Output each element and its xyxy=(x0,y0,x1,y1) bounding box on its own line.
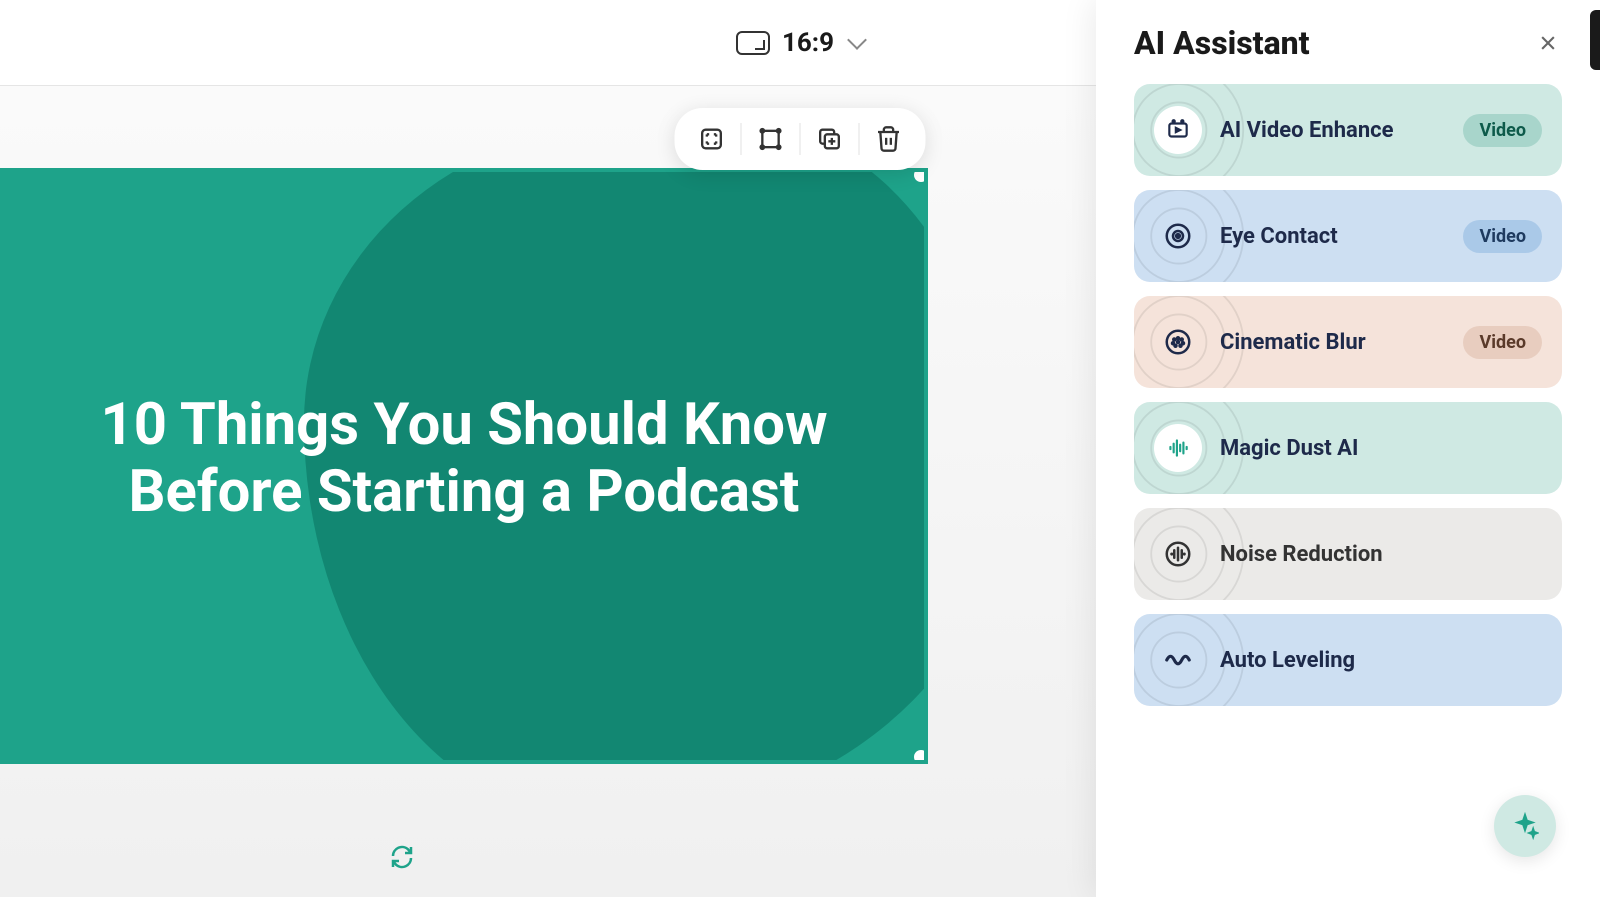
ai-card-badge: Video xyxy=(1463,114,1542,147)
aspect-ratio-icon xyxy=(736,31,770,55)
crop-button[interactable] xyxy=(750,118,792,160)
divider xyxy=(859,123,860,155)
refresh-button[interactable] xyxy=(390,845,414,869)
ai-card-badge: Video xyxy=(1463,326,1542,359)
ai-card-label: Magic Dust AI xyxy=(1220,436,1542,461)
divider xyxy=(800,123,801,155)
ai-assistant-panel: AI Assistant AI Video Enhance Video xyxy=(1096,0,1600,897)
aspect-ratio-selector[interactable]: 16:9 xyxy=(736,28,864,58)
ai-card-eye-contact[interactable]: Eye Contact Video xyxy=(1134,190,1562,282)
close-button[interactable] xyxy=(1534,29,1562,57)
ai-panel-title: AI Assistant xyxy=(1134,24,1310,62)
delete-button[interactable] xyxy=(868,118,910,160)
ai-panel-header: AI Assistant xyxy=(1134,24,1562,62)
video-title-text: 10 Things You Should Know Before Startin… xyxy=(59,392,869,525)
noise-reduction-icon xyxy=(1154,530,1202,578)
right-edge-handle[interactable] xyxy=(1590,10,1600,70)
ai-card-video-enhance[interactable]: AI Video Enhance Video xyxy=(1134,84,1562,176)
ai-card-badge: Video xyxy=(1463,220,1542,253)
ai-card-auto-leveling[interactable]: Auto Leveling xyxy=(1134,614,1562,706)
magic-dust-icon xyxy=(1154,424,1202,472)
video-enhance-icon xyxy=(1154,106,1202,154)
ai-sparkle-fab[interactable] xyxy=(1494,795,1556,857)
fullscreen-button[interactable] xyxy=(691,118,733,160)
video-frame[interactable]: 10 Things You Should Know Before Startin… xyxy=(0,168,928,764)
eye-contact-icon xyxy=(1154,212,1202,260)
floating-toolbar xyxy=(675,108,926,170)
ai-card-cinematic-blur[interactable]: Cinematic Blur Video xyxy=(1134,296,1562,388)
aspect-ratio-label: 16:9 xyxy=(782,28,834,58)
ai-card-label: Cinematic Blur xyxy=(1220,330,1463,355)
chevron-down-icon xyxy=(847,30,867,50)
cinematic-blur-icon xyxy=(1154,318,1202,366)
ai-card-label: AI Video Enhance xyxy=(1220,118,1463,143)
ai-card-label: Noise Reduction xyxy=(1220,542,1542,567)
divider xyxy=(741,123,742,155)
duplicate-button[interactable] xyxy=(809,118,851,160)
auto-leveling-icon xyxy=(1154,636,1202,684)
ai-card-label: Eye Contact xyxy=(1220,224,1463,249)
ai-card-label: Auto Leveling xyxy=(1220,648,1542,673)
ai-card-noise-reduction[interactable]: Noise Reduction xyxy=(1134,508,1562,600)
ai-card-magic-dust[interactable]: Magic Dust AI xyxy=(1134,402,1562,494)
